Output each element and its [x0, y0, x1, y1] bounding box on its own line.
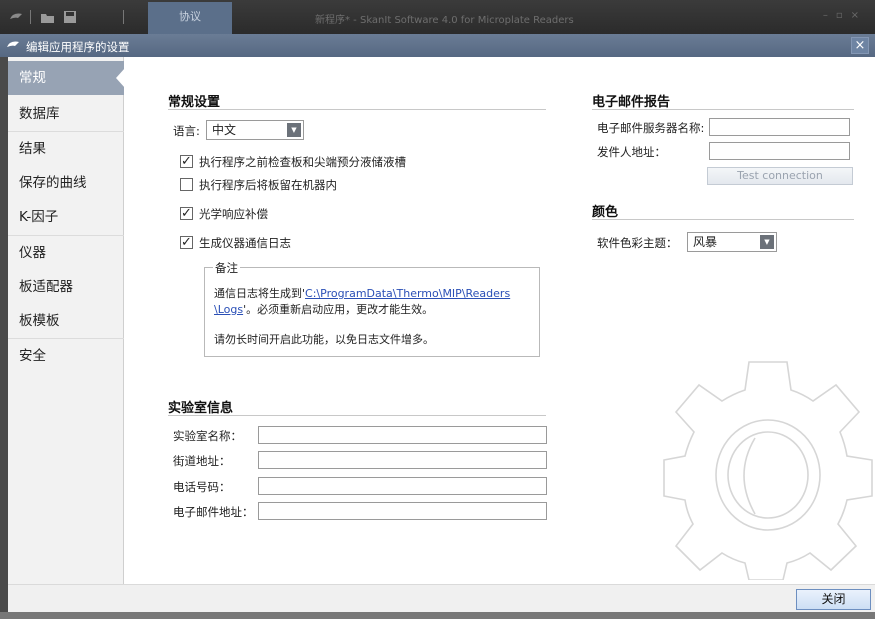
lab-email-label: 电子邮件地址：: [173, 505, 254, 519]
street-address-input[interactable]: [258, 451, 547, 469]
app-title-bar: 协议 新程序* - SkanIt Software 4.0 for Microp…: [0, 0, 875, 34]
toolbar-separator: [30, 10, 31, 24]
sender-address-label: 发件人地址：: [597, 145, 666, 159]
lab-name-input[interactable]: [258, 426, 547, 444]
check-comm-log-label: 生成仪器通信日志: [199, 236, 291, 250]
dialog-close-button[interactable]: ×: [851, 37, 869, 54]
gear-icon: [663, 361, 873, 580]
checkbox-checked[interactable]: ✓: [180, 155, 193, 168]
lab-info-title: 实验室信息: [168, 401, 234, 416]
sidebar-item-general[interactable]: 常规: [8, 61, 125, 95]
sidebar-item-instrument[interactable]: 仪器: [8, 236, 124, 270]
mail-server-label: 电子邮件服务器名称:: [597, 121, 705, 135]
section-divider: [168, 109, 546, 110]
street-address-label: 街道地址：: [173, 454, 231, 468]
note-line-2: \Logs'。必须重新启动应用，更改才能生效。: [214, 303, 434, 316]
sender-address-input[interactable]: [709, 142, 850, 160]
sidebar-item-plate-adapter[interactable]: 板适配器: [8, 270, 124, 304]
app-logo-icon: [10, 13, 22, 19]
note-line-1: 通信日志将生成到'C:\ProgramData\Thermo\MIP\Reade…: [214, 287, 511, 300]
window-controls[interactable]: –▫×: [823, 10, 867, 21]
app-logo-icon: [7, 41, 19, 47]
sidebar-item-results[interactable]: 结果: [8, 132, 124, 166]
color-theme-label: 软件色彩主题：: [597, 236, 678, 250]
settings-sidebar: 常规 数据库 结果 保存的曲线 K-因子 仪器 板适配器 板模板 安全: [8, 57, 125, 584]
sidebar-item-k-factor[interactable]: K-因子: [8, 200, 124, 234]
section-divider: [592, 219, 854, 220]
language-select[interactable]: 中文 ▼: [206, 120, 304, 140]
lab-email-input[interactable]: [258, 502, 547, 520]
language-value: 中文: [212, 123, 237, 137]
phone-input[interactable]: [258, 477, 547, 495]
checkbox-unchecked[interactable]: [180, 178, 193, 191]
sidebar-item-saved-curves[interactable]: 保存的曲线: [8, 166, 124, 200]
section-divider: [592, 109, 854, 110]
email-report-title: 电子邮件报告: [592, 95, 671, 110]
dialog-title-bar: 编辑应用程序的设置 ×: [0, 34, 875, 57]
chevron-down-icon: ▼: [760, 235, 774, 249]
sidebar-item-plate-template[interactable]: 板模板: [8, 304, 124, 338]
toolbar-separator: [123, 10, 124, 24]
general-settings-title: 常规设置: [168, 95, 221, 110]
note-legend: 备注: [213, 260, 240, 276]
check-leave-plate-label: 执行程序后将板留在机器内: [199, 178, 337, 192]
check-plate-tips-label: 执行程序之前检查板和尖端预分液储液槽: [199, 155, 406, 169]
tab-protocol[interactable]: 协议: [148, 2, 232, 34]
color-title: 颜色: [592, 205, 619, 220]
note-line-3: 请勿长时间开启此功能，以免日志文件增多。: [214, 333, 434, 346]
sidebar-item-security[interactable]: 安全: [8, 339, 124, 373]
phone-label: 电话号码：: [173, 480, 231, 494]
dialog-title: 编辑应用程序的设置: [26, 40, 130, 54]
open-icon[interactable]: [40, 9, 56, 25]
mail-server-input[interactable]: [709, 118, 850, 136]
lab-name-label: 实验室名称：: [173, 429, 242, 443]
section-divider: [168, 415, 546, 416]
log-path-link[interactable]: \Logs: [214, 303, 243, 316]
chevron-down-icon: ▼: [287, 123, 301, 137]
settings-dialog: 常规 数据库 结果 保存的曲线 K-因子 仪器 板适配器 板模板 安全 常规设置…: [8, 57, 875, 619]
log-path-link[interactable]: C:\ProgramData\Thermo\MIP\Readers: [305, 287, 510, 300]
color-theme-select[interactable]: 风暴 ▼: [687, 232, 777, 252]
language-label: 语言:: [173, 124, 200, 138]
check-optical-compensation-label: 光学响应补偿: [199, 207, 268, 221]
color-theme-value: 风暴: [693, 235, 718, 249]
app-title: 新程序* - SkanIt Software 4.0 for Microplat…: [315, 15, 574, 26]
checkbox-checked[interactable]: ✓: [180, 236, 193, 249]
note-box: 备注 通信日志将生成到'C:\ProgramData\Thermo\MIP\Re…: [204, 260, 540, 357]
sidebar-item-database[interactable]: 数据库: [8, 97, 124, 131]
background-status-strip: [0, 612, 875, 619]
save-icon[interactable]: [62, 9, 78, 25]
test-connection-button[interactable]: Test connection: [707, 167, 853, 185]
close-button[interactable]: 关闭: [796, 589, 871, 610]
checkbox-checked[interactable]: ✓: [180, 207, 193, 220]
